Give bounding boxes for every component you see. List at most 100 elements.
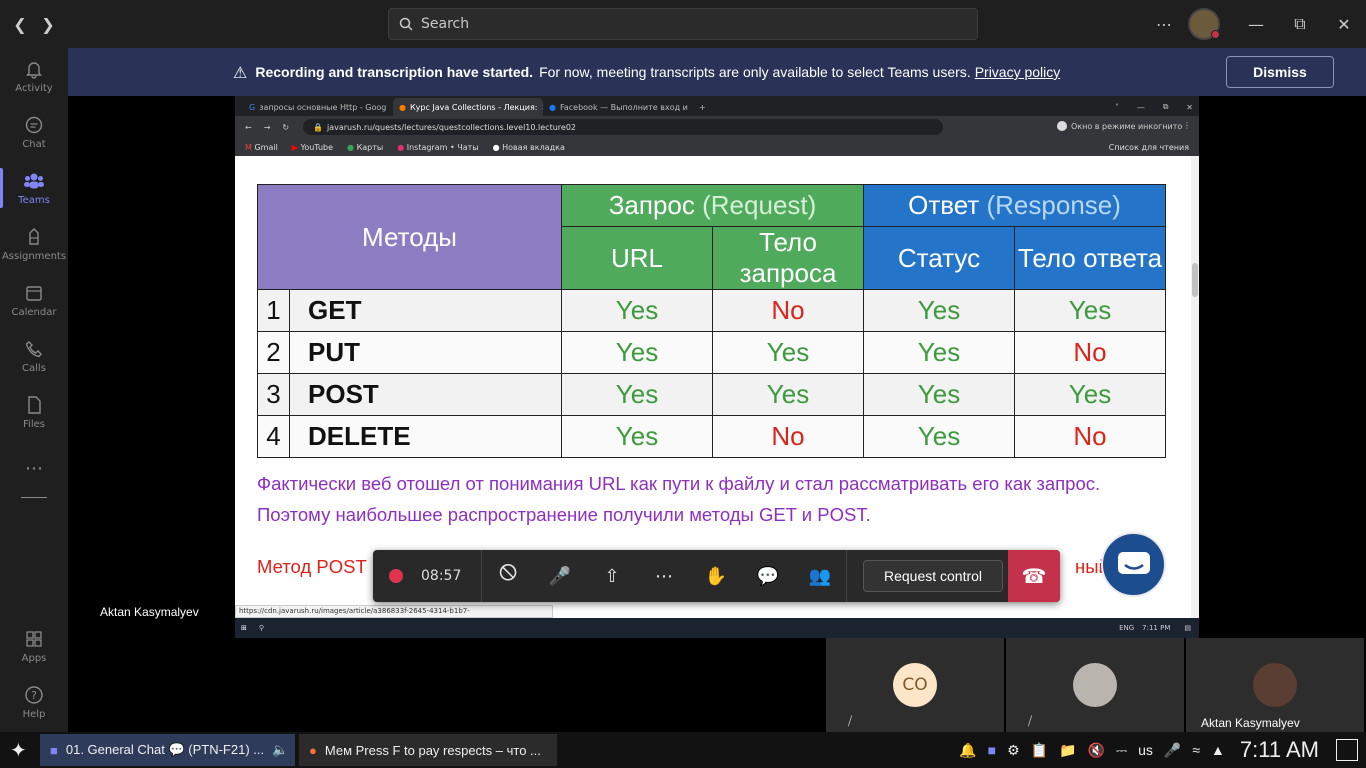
bookmark-instagram[interactable]: ● Instagram • Чаты (397, 143, 478, 152)
settings-icon[interactable]: ⚙ (1007, 742, 1020, 759)
rail-item-chat[interactable]: Chat (0, 104, 68, 160)
table-cell: No (1014, 415, 1166, 458)
keyboard-layout[interactable]: us (1138, 742, 1153, 758)
leave-button[interactable]: ☎ (1008, 550, 1060, 602)
privacy-policy-link[interactable]: Privacy policy (975, 64, 1061, 80)
windows-start-icon[interactable]: ⊞ (241, 624, 247, 632)
svg-text:?: ? (31, 689, 37, 702)
raise-hand-button[interactable]: ✋ (690, 550, 742, 602)
table-cell: Yes (863, 415, 1015, 458)
usb-icon[interactable]: ⎓ (1116, 742, 1127, 759)
table-row: 3 POST Yes Yes Yes Yes (257, 373, 1166, 416)
os-taskbar: ✦ ■ 01. General Chat 💬 (PTN-F21) ... 🔈 ●… (0, 732, 1366, 768)
search-icon (399, 17, 413, 31)
browser-menu-icon[interactable]: ⋮ (1183, 121, 1191, 130)
table-cell: Yes (712, 331, 864, 374)
minimize-icon[interactable]: — (1246, 14, 1266, 34)
table-cell: Yes (1014, 289, 1166, 332)
participant-tile[interactable]: ⧸ (1006, 638, 1184, 732)
search-icon[interactable]: ⚲ (259, 624, 264, 632)
participants-button[interactable]: 👥 (794, 550, 846, 602)
more-apps-icon[interactable]: ⋯ (0, 440, 68, 496)
wifi-icon[interactable]: ≈ (1192, 742, 1200, 758)
restore-icon[interactable]: ⧉ (1290, 14, 1310, 34)
mic-off-button[interactable]: 🎤 (534, 550, 586, 602)
table-cell: Yes (712, 373, 864, 416)
forward-icon[interactable]: → (264, 123, 271, 132)
rail-item-apps[interactable]: Apps (0, 618, 68, 674)
table-cell: No (1014, 331, 1166, 374)
rail-item-files[interactable]: Files (0, 384, 68, 440)
divider (846, 550, 847, 602)
windows-clock[interactable]: 7:11 PM (1142, 624, 1170, 632)
scrollbar-thumb[interactable] (1192, 263, 1198, 297)
page-scrollbar[interactable] (1191, 156, 1199, 618)
share-tray-icon: ⇧ (604, 565, 620, 587)
reload-icon[interactable]: ↻ (282, 123, 289, 132)
rail-item-calls[interactable]: Calls (0, 328, 68, 384)
bookmark-maps[interactable]: ● Карты (347, 143, 383, 152)
avatar: CO (893, 663, 937, 707)
notification-bell-icon[interactable]: 🔔 (959, 742, 976, 759)
table-cell: No (712, 289, 864, 332)
share-button[interactable]: ⇧ (586, 550, 638, 602)
back-icon[interactable]: ❮ (10, 14, 30, 34)
participant-tile[interactable]: Aktan Kasymalyev (1186, 638, 1364, 732)
bookmark-youtube[interactable]: ▶ YouTube (292, 143, 333, 152)
help-icon: ? (25, 685, 43, 704)
request-control-button[interactable]: Request control (863, 560, 1003, 592)
bookmark-new-tab[interactable]: ● Новая вкладка (493, 143, 565, 152)
forward-icon[interactable]: ❯ (38, 14, 58, 34)
rail-item-activity[interactable]: Activity (0, 48, 68, 104)
lock-icon: 🔒 (313, 122, 323, 132)
avatar (1073, 663, 1117, 707)
taskbar-item-teams[interactable]: ■ 01. General Chat 💬 (PTN-F21) ... 🔈 (40, 734, 295, 766)
status-badge (1211, 30, 1220, 39)
chat-bubble-button[interactable] (1101, 532, 1166, 597)
facebook-icon: ● (549, 102, 556, 112)
reading-list[interactable]: Список для чтения (1109, 143, 1189, 152)
dismiss-button[interactable]: Dismiss (1226, 56, 1334, 88)
rail-item-help[interactable]: ? Help (0, 674, 68, 730)
mute-icon[interactable]: 🔇 (1088, 742, 1105, 759)
chat-bubble-icon (1117, 551, 1150, 574)
clipboard-icon[interactable]: 📋 (1031, 742, 1048, 759)
language-indicator[interactable]: ENG (1119, 624, 1134, 632)
more-options-icon[interactable]: ⋯ (1152, 14, 1176, 34)
show-desktop-icon[interactable] (1336, 739, 1358, 761)
rail-item-calendar[interactable]: Calendar (0, 272, 68, 328)
bookmark-gmail[interactable]: M Gmail (245, 143, 278, 152)
search-input[interactable]: Search (388, 8, 978, 40)
clock[interactable]: 7:11 AM (1240, 737, 1319, 763)
link-status-bar: https://cdn.javarush.ru/images/article/a… (235, 605, 553, 626)
avatar (1253, 663, 1297, 707)
new-tab-button[interactable]: + (693, 98, 717, 116)
rail-item-teams[interactable]: Teams (0, 160, 68, 216)
table-cell: Yes (863, 331, 1015, 374)
table-cell: Yes (561, 415, 713, 458)
folder-icon[interactable]: 📁 (1059, 742, 1076, 759)
browser-tab[interactable]: Gзапросы основные Http - Goog (243, 98, 393, 116)
more-actions-button[interactable]: ⋯ (638, 550, 690, 602)
table-row: 4 DELETE Yes No Yes No (257, 415, 1166, 458)
microphone-icon[interactable]: 🎤 (1164, 742, 1181, 759)
tray-expand-icon[interactable]: ▲ (1211, 742, 1225, 758)
teams-tray-icon[interactable]: ■ (988, 742, 996, 758)
close-icon[interactable]: ✕ (1334, 14, 1354, 34)
col-request-body: Тело запроса (712, 226, 864, 290)
taskbar-item-firefox[interactable]: ● Мем Press F to pay respects – что ... (299, 734, 557, 766)
table-cell: Yes (863, 373, 1015, 416)
camera-off-button[interactable]: 🛇 (482, 550, 534, 602)
app-launcher-icon[interactable]: ✦ (10, 738, 38, 763)
chat-button[interactable]: 💬 (742, 550, 794, 602)
participant-tile[interactable]: CO ⧸ (826, 638, 1004, 732)
url-input[interactable]: 🔒 javarush.ru/quests/lectures/questcollec… (303, 119, 943, 135)
rail-item-assignments[interactable]: Assignments (0, 216, 68, 272)
incognito-indicator[interactable]: Окно в режиме инкогнито (1057, 121, 1182, 131)
window-controls[interactable]: ˅ — ⧉ ✕ (1109, 98, 1199, 116)
notifications-icon[interactable]: ▤ (1184, 624, 1191, 632)
mic-off-icon: ⧸ (1028, 714, 1033, 728)
browser-tab[interactable]: ●Facebook — Выполните вход и✕ (543, 98, 693, 116)
browser-tab-active[interactable]: ●Курс Java Collections - Лекция:✕ (393, 98, 543, 116)
back-icon[interactable]: ← (245, 123, 252, 132)
